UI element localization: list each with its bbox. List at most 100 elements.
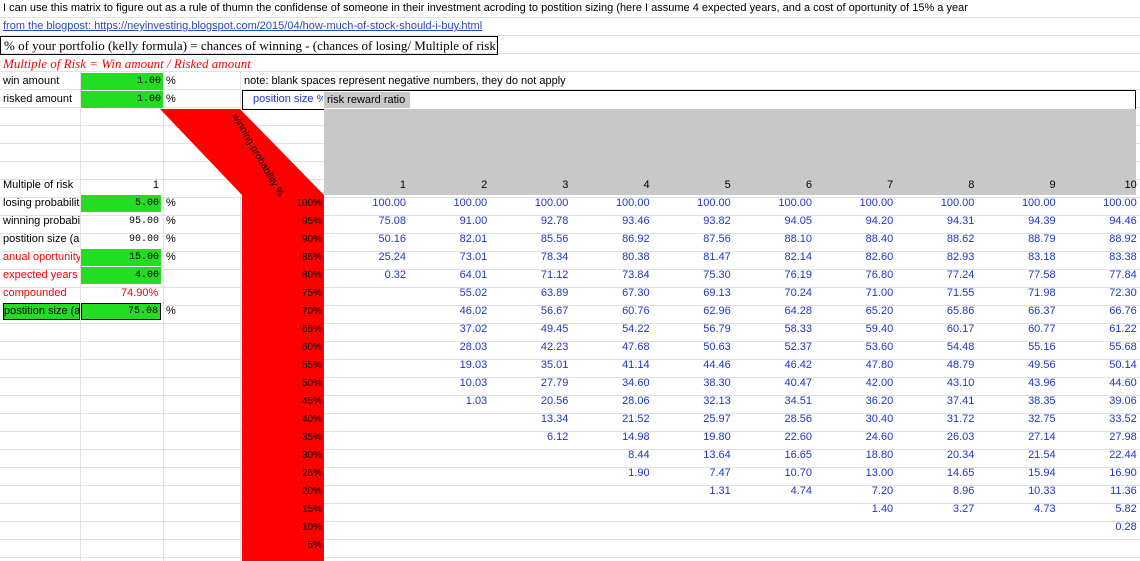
probability-label: 75% xyxy=(301,288,322,299)
matrix-cell: 61.22 xyxy=(1109,323,1137,335)
calc-unit xyxy=(166,267,181,284)
matrix-cell: 100.00 xyxy=(1021,197,1056,209)
matrix-cell: 42.00 xyxy=(865,377,894,389)
matrix-cell: 24.60 xyxy=(865,431,894,443)
probability-label: 5% xyxy=(307,540,322,551)
calc-value[interactable]: 75.08 xyxy=(81,303,161,320)
matrix-cell: 30.40 xyxy=(865,413,894,425)
matrix-cell: 46.42 xyxy=(784,359,812,371)
matrix-cell: 100.00 xyxy=(1103,197,1137,209)
matrix-cell: 88.79 xyxy=(1028,233,1056,245)
matrix-cell: 54.48 xyxy=(946,341,975,353)
matrix-cell: 65.86 xyxy=(946,305,975,317)
matrix-cell: 71.55 xyxy=(946,287,975,299)
matrix-cell: 93.46 xyxy=(622,215,650,227)
matrix-cell: 43.96 xyxy=(1028,377,1056,389)
matrix-cell: 13.00 xyxy=(865,467,894,479)
matrix-cell: 34.51 xyxy=(784,395,812,407)
probability-label: 25% xyxy=(301,468,322,479)
matrix-cell: 11.36 xyxy=(1110,485,1137,497)
matrix-cell: 34.60 xyxy=(622,377,650,389)
matrix-cell: 71.98 xyxy=(1028,287,1056,299)
calc-row-label: postition size (as xyxy=(3,303,80,320)
matrix-cell: 14.98 xyxy=(622,431,650,443)
matrix-cell: 20.34 xyxy=(946,449,975,461)
ratio-header: 7 xyxy=(887,179,894,191)
matrix-cell: 19.80 xyxy=(703,431,731,443)
matrix-cell: 7.20 xyxy=(871,485,894,497)
matrix-cell: 100.00 xyxy=(778,197,812,209)
matrix-cell: 63.89 xyxy=(540,287,569,299)
probability-label: 100% xyxy=(296,198,322,209)
matrix-cell: 15.94 xyxy=(1028,467,1056,479)
matrix-cell: 49.56 xyxy=(1028,359,1056,371)
ratio-header: 1 xyxy=(399,179,406,191)
probability-label: 45% xyxy=(301,396,322,407)
matrix-cell: 26.03 xyxy=(946,431,975,443)
matrix-cell: 87.56 xyxy=(703,233,731,245)
matrix-cell: 73.84 xyxy=(622,269,650,281)
calc-row-label: expected years xyxy=(3,269,78,281)
matrix-cell: 55.68 xyxy=(1109,341,1137,353)
matrix-cell: 46.02 xyxy=(459,305,488,317)
probability-label: 15% xyxy=(301,504,322,515)
ratio-header: 5 xyxy=(724,179,731,191)
matrix-cell: 8.96 xyxy=(952,485,975,497)
calc-input[interactable]: 5.00 xyxy=(81,195,161,212)
matrix-cell: 82.60 xyxy=(865,251,894,263)
matrix-cell: 14.65 xyxy=(946,467,975,479)
calc-input[interactable]: 15.00 xyxy=(81,249,161,266)
calc-input: 1 xyxy=(152,179,159,191)
matrix-cell: 58.33 xyxy=(784,323,812,335)
matrix-cell: 75.30 xyxy=(703,269,731,281)
matrix-cell: 56.67 xyxy=(540,305,569,317)
matrix-cell: 37.41 xyxy=(946,395,975,407)
matrix-cell: 77.58 xyxy=(1028,269,1056,281)
matrix-cell: 44.60 xyxy=(1109,377,1137,389)
matrix-cell: 75.08 xyxy=(378,215,406,227)
matrix-cell: 60.77 xyxy=(1028,323,1056,335)
matrix-cell: 20.56 xyxy=(540,395,569,407)
matrix-cell: 100.00 xyxy=(534,197,569,209)
matrix-cell: 64.28 xyxy=(784,305,812,317)
matrix-cell: 88.62 xyxy=(946,233,975,245)
matrix-cell: 37.02 xyxy=(459,323,488,335)
matrix-cell: 67.30 xyxy=(622,287,650,299)
matrix-cell: 4.73 xyxy=(1034,503,1056,515)
probability-label: 80% xyxy=(301,270,322,281)
calc-input[interactable]: 4.00 xyxy=(81,267,161,284)
ratio-header: 3 xyxy=(562,179,569,191)
matrix-cell: 16.65 xyxy=(784,449,812,461)
matrix-cell: 50.14 xyxy=(1109,359,1137,371)
matrix-cell: 80.38 xyxy=(622,251,650,263)
ratio-header: 6 xyxy=(805,179,812,191)
matrix-cell: 76.19 xyxy=(784,269,812,281)
matrix-cell: 77.84 xyxy=(1109,269,1137,281)
calc-row-label: anual oportunity xyxy=(3,251,80,263)
matrix-cell: 8.44 xyxy=(628,449,650,461)
matrix-cell: 78.34 xyxy=(540,251,569,263)
matrix-cell: 42.23 xyxy=(540,341,569,353)
probability-label: 50% xyxy=(301,378,322,389)
matrix-cell: 94.31 xyxy=(946,215,975,227)
calc-value: 74.90% xyxy=(121,287,159,299)
matrix-cell: 60.17 xyxy=(946,323,975,335)
calc-unit: % xyxy=(166,215,176,227)
matrix-cell: 94.05 xyxy=(784,215,812,227)
matrix-cell: 77.24 xyxy=(946,269,975,281)
matrix-cell: 94.46 xyxy=(1109,215,1137,227)
matrix-cell: 21.52 xyxy=(622,413,650,425)
ratio-header: 10 xyxy=(1124,179,1137,191)
calc-unit xyxy=(166,177,181,194)
matrix-cell: 49.45 xyxy=(540,323,569,335)
matrix-cell: 88.40 xyxy=(865,233,894,245)
matrix-cell: 28.06 xyxy=(622,395,650,407)
matrix-cell: 55.16 xyxy=(1028,341,1056,353)
matrix-cell: 27.14 xyxy=(1028,431,1056,443)
matrix-cell: 53.60 xyxy=(865,341,894,353)
matrix-cell: 16.90 xyxy=(1109,467,1137,479)
probability-label: 30% xyxy=(301,450,322,461)
calc-row-label: compounded xyxy=(3,287,67,299)
matrix-cell: 52.37 xyxy=(784,341,812,353)
matrix-cell: 82.93 xyxy=(946,251,975,263)
